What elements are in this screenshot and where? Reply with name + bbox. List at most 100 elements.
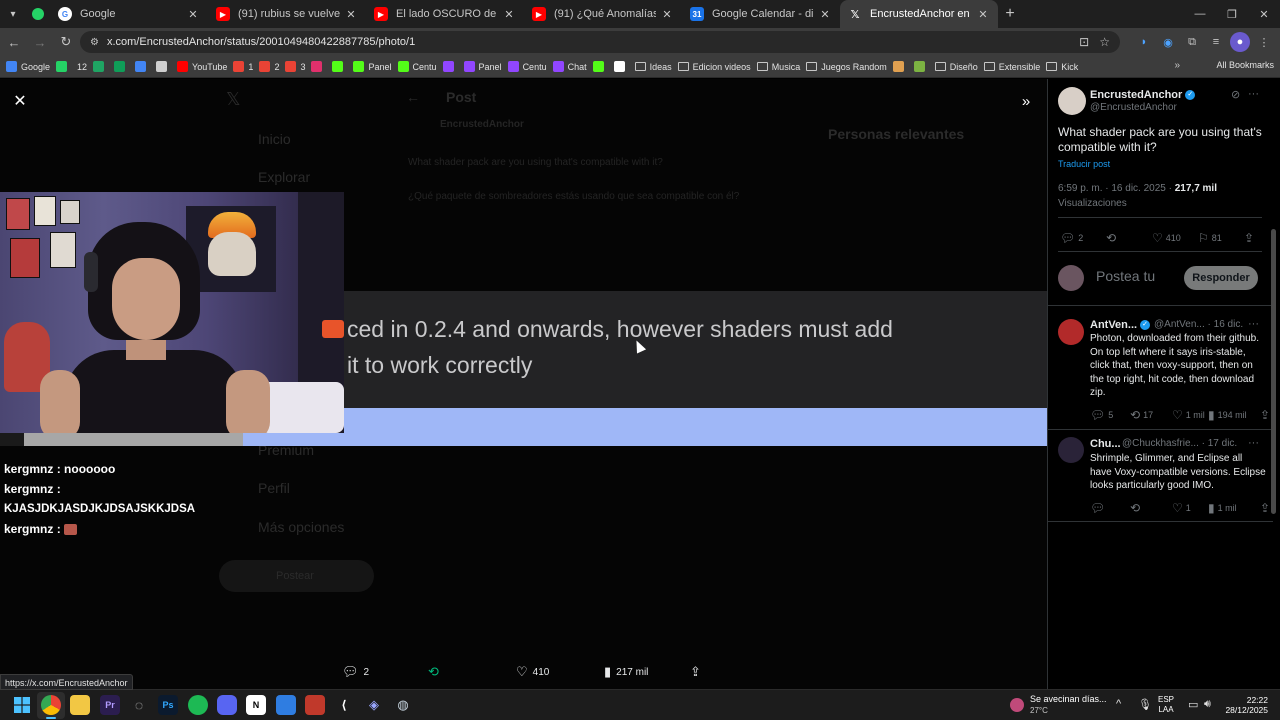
reply-author-handle[interactable]: @Chuckhasfrie... · 17 dic. (1122, 438, 1237, 449)
bookmark-item[interactable] (135, 61, 150, 72)
bookmark-item[interactable]: 3 (285, 61, 305, 72)
author-handle[interactable]: @EncrustedAnchor (1090, 102, 1177, 113)
back-icon[interactable]: ← (2, 30, 26, 54)
bookmark-item[interactable] (592, 61, 608, 72)
bookmark-item[interactable]: Kick (1046, 62, 1078, 72)
bookmark-item[interactable] (56, 61, 71, 72)
close-icon[interactable]: ✕ (976, 8, 990, 21)
bookmark-item[interactable] (332, 61, 347, 72)
close-icon[interactable]: ✕ (344, 8, 358, 21)
close-window-icon[interactable]: ✕ (1248, 0, 1280, 28)
minimize-icon[interactable]: — (1184, 0, 1216, 28)
premiere-icon[interactable]: Pr (100, 695, 120, 715)
panel-scrollbar[interactable] (1271, 229, 1276, 514)
bookmark-item[interactable] (93, 61, 108, 72)
steam-icon[interactable]: ◍ (393, 695, 413, 715)
bookmarks-overflow-icon[interactable]: » (1174, 60, 1180, 71)
tray-overflow-icon[interactable]: ^ (1116, 698, 1121, 710)
reply-input[interactable]: Postea tu (1096, 268, 1155, 284)
bookmark-item[interactable]: YouTube (177, 61, 227, 72)
reply-stat[interactable]: 💬︎ 2 (1060, 231, 1083, 245)
bookmark-item[interactable] (156, 61, 171, 72)
bookmark-item[interactable]: Centu (507, 61, 547, 72)
address-bar[interactable]: ⚙ x.com/EncrustedAnchor/status/200104948… (80, 31, 1120, 53)
photoshop-icon[interactable]: Ps (158, 695, 178, 715)
media-controls-icon[interactable]: ≡ (1206, 32, 1226, 52)
more-options-icon[interactable]: ··· (1248, 437, 1259, 449)
extension-icon[interactable]: ◉ (1158, 32, 1178, 52)
share-stat[interactable]: ⇪ (1244, 231, 1257, 245)
reply-author-name[interactable]: AntVen... ✓ (1090, 319, 1151, 331)
views-stat[interactable]: ▮ 1 mil (1208, 501, 1237, 515)
tab-x-post[interactable]: 𝕏 EncrustedAnchor en X: "@AntV ✕ (840, 0, 998, 28)
bookmark-item[interactable] (613, 61, 629, 72)
notes-icon[interactable] (276, 695, 296, 715)
discord-icon[interactable] (217, 695, 237, 715)
tab-search-icon[interactable]: ▾ (0, 0, 26, 28)
close-icon[interactable]: ✕ (660, 8, 674, 21)
reply-author-handle[interactable]: @AntVen... · 16 dic. (1154, 319, 1243, 330)
bookmark-item[interactable] (892, 61, 908, 72)
bookmark-stat[interactable]: ⚐ 81 (1198, 231, 1222, 245)
bookmark-item[interactable] (442, 61, 458, 72)
views-action[interactable]: ▮ 217 mil (604, 664, 648, 680)
reply-action[interactable]: 💬︎ 2 (342, 664, 369, 680)
file-explorer-icon[interactable] (70, 695, 90, 715)
reply-stat[interactable]: 💬︎ 5 (1090, 408, 1113, 422)
bookmark-item[interactable]: 12 (77, 62, 87, 72)
reload-icon[interactable]: ↻ (54, 30, 78, 54)
share-action[interactable]: ⇪ (690, 664, 706, 680)
author-name[interactable]: EncrustedAnchor ✓ (1090, 89, 1196, 101)
close-icon[interactable]: ✕ (186, 8, 200, 21)
app-icon[interactable] (305, 695, 325, 715)
avatar[interactable] (1058, 437, 1084, 463)
bookmark-item[interactable]: Ideas (634, 62, 672, 72)
tab-google[interactable]: G Google ✕ (50, 0, 208, 28)
bookmark-item[interactable]: 2 (259, 61, 279, 72)
bookmark-star-icon[interactable]: ☆ (1099, 35, 1110, 49)
bookmark-item[interactable]: 1 (233, 61, 253, 72)
tab-youtube-1[interactable]: ▶ (91) rubius se vuelve argentino ✕ (208, 0, 366, 28)
forward-icon[interactable]: → (28, 30, 52, 54)
tab-calendar[interactable]: 31 Google Calendar - diciembre d ✕ (682, 0, 840, 28)
capcut-icon[interactable]: ⟨ (334, 695, 354, 715)
reply-author-name[interactable]: Chu... (1090, 438, 1121, 450)
like-stat[interactable]: ♡ 1 (1172, 501, 1191, 515)
more-options-icon[interactable]: ··· (1248, 88, 1259, 100)
bookmark-item[interactable]: Centu (397, 61, 437, 72)
extensions-puzzle-icon[interactable]: ⧉ (1182, 32, 1202, 52)
bookmark-item[interactable]: Google (6, 61, 50, 72)
bookmark-item[interactable]: Juegos Random (806, 62, 887, 72)
site-info-icon[interactable]: ⚙ (90, 37, 99, 48)
bookmark-item[interactable] (913, 61, 929, 72)
close-icon[interactable]: ✕ (502, 8, 516, 21)
bookmark-item[interactable]: Extensible (983, 62, 1040, 72)
reply-button[interactable]: Responder (1184, 266, 1258, 290)
all-bookmarks-button[interactable]: All Bookmarks (1212, 60, 1274, 70)
whatsapp-pinned-tab[interactable] (26, 0, 50, 28)
bookmark-item[interactable]: Edicion videos (677, 62, 751, 72)
app-icon[interactable]: ◈ (364, 695, 384, 715)
bookmark-item[interactable] (311, 61, 326, 72)
more-options-icon[interactable]: ··· (1248, 318, 1259, 330)
extension-icon[interactable]: ◗ (1134, 32, 1154, 52)
like-stat[interactable]: ♡ 410 (1152, 231, 1181, 245)
like-stat[interactable]: ♡ 1 mil (1172, 408, 1205, 422)
grok-icon[interactable]: ⊘ (1231, 88, 1240, 101)
views-stat[interactable]: ▮ 194 mil (1208, 408, 1247, 422)
spotify-icon[interactable] (188, 695, 208, 715)
avatar[interactable] (1058, 87, 1086, 115)
new-tab-button[interactable]: + (998, 5, 1022, 23)
media-image[interactable] (344, 291, 1047, 408)
tab-youtube-3[interactable]: ▶ (91) ¿Qué Anomalías están pre ✕ (524, 0, 682, 28)
bookmark-item[interactable]: Diseño (934, 62, 978, 72)
notion-icon[interactable]: N (246, 695, 266, 715)
windows-start-icon[interactable] (12, 695, 32, 715)
network-icon[interactable]: ▭ (1188, 698, 1198, 711)
close-media-viewer-button[interactable]: ✕ (10, 91, 30, 111)
bookmark-item[interactable]: Panel (353, 61, 392, 72)
menu-kebab-icon[interactable]: ⋮ (1254, 32, 1274, 52)
repost-stat[interactable]: ⟲ 17 (1130, 408, 1153, 422)
install-app-icon[interactable]: ⊡ (1079, 35, 1089, 49)
translate-post-link[interactable]: Traducir post (1058, 159, 1110, 169)
